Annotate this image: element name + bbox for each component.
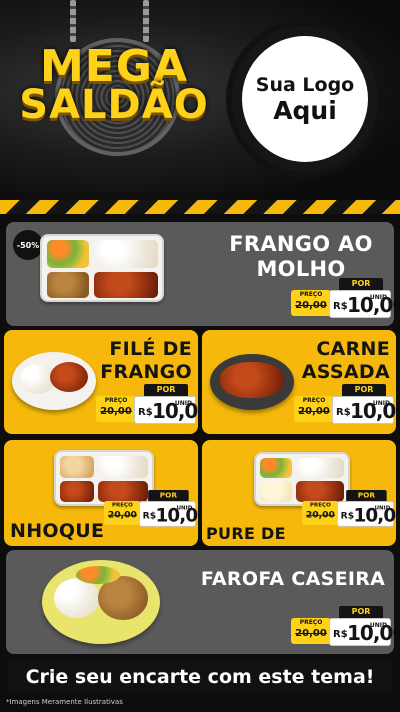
salad-compartment xyxy=(260,458,292,478)
preco-label: PREÇO xyxy=(111,501,133,509)
preco-label: PREÇO xyxy=(299,619,323,626)
disclaimer-text: *Imagens Meramente Ilustrativas xyxy=(6,698,123,706)
product-card-nhoque: NHOQUE POR PREÇO 20,00 R$ 10,00 UNID xyxy=(4,440,198,546)
mashed-potato-compartment xyxy=(260,481,292,502)
old-price-value: 20,00 xyxy=(305,510,335,521)
new-price: R$ 10,00 UNID xyxy=(138,501,198,527)
unit-label: UNID xyxy=(372,400,390,407)
currency-label: R$ xyxy=(340,511,355,522)
vegetables-portion xyxy=(76,566,120,584)
product-name-line1: FRANGO AO xyxy=(229,232,373,256)
preco-label: PREÇO xyxy=(302,397,326,404)
product-name-line2: FRANGO xyxy=(100,361,192,383)
salad-compartment xyxy=(47,240,89,268)
logo-badge: Sua Logo Aqui xyxy=(242,36,368,162)
por-label: POR xyxy=(144,384,188,396)
new-price: R$ 10,00 UNID xyxy=(332,396,396,424)
chicken-portion xyxy=(50,362,88,392)
product-card-farofa-caseira: FAROFA CASEIRA POR PREÇO 20,00 R$ 10,00 … xyxy=(6,550,394,654)
logo-text-line2: Aqui xyxy=(273,95,337,125)
por-label: POR xyxy=(339,606,383,618)
hazard-stripe xyxy=(0,200,400,214)
cta-banner[interactable]: Crie seu encarte com este tema! xyxy=(8,660,392,694)
old-price: PREÇO 20,00 xyxy=(96,396,136,422)
new-price: R$ 10,00 UNID xyxy=(329,290,394,318)
rice-compartment xyxy=(296,458,344,478)
promo-title-line1: MEGA xyxy=(39,41,188,92)
logo-text-line1: Sua Logo xyxy=(255,73,355,96)
unit-label: UNID xyxy=(174,400,192,407)
old-price: PREÇO 20,00 xyxy=(302,501,339,525)
currency-label: R$ xyxy=(333,629,348,640)
product-name-line1: CARNE xyxy=(316,338,390,360)
por-label: POR xyxy=(148,490,189,502)
product-card-carne-assada: CARNE ASSADA POR PREÇO 20,00 R$ 10,00 UN… xyxy=(202,330,396,434)
food-bowl-image xyxy=(210,354,294,410)
price-tag: POR PREÇO 20,00 R$ 10,00 UNID xyxy=(302,490,396,529)
rice-compartment xyxy=(98,456,148,478)
product-name-line2: ASSADA xyxy=(301,361,390,383)
por-label: POR xyxy=(339,278,383,290)
currency-label: R$ xyxy=(333,301,348,312)
header: MEGA SALDÃO Sua Logo Aqui xyxy=(0,0,400,200)
currency-label: R$ xyxy=(142,511,157,522)
new-price: R$ 10,00 UNID xyxy=(336,501,396,527)
product-card-file-de-frango: FILÉ DE FRANGO POR PREÇO 20,00 R$ 10,00 … xyxy=(4,330,198,434)
logo-placeholder: Sua Logo Aqui xyxy=(226,20,384,178)
promo-title-line2: SALDÃO xyxy=(19,82,209,128)
new-price: R$ 10,00 UNID xyxy=(134,396,198,424)
beans-compartment xyxy=(47,272,89,298)
price-tag: POR PREÇO 20,00 R$ 10,00 UNID xyxy=(294,384,396,426)
unit-label: UNID xyxy=(369,294,387,301)
old-price: PREÇO 20,00 xyxy=(291,618,331,644)
old-price: PREÇO 20,00 xyxy=(291,290,331,316)
por-label: POR xyxy=(342,384,386,396)
unit-label: UNID xyxy=(176,504,193,512)
price-tag: POR PREÇO 20,00 R$ 10,00 UNID xyxy=(96,384,198,426)
discount-badge: -50% xyxy=(13,230,43,260)
flyer: MEGA SALDÃO Sua Logo Aqui -50% FRANGO AO… xyxy=(0,0,400,712)
food-bowl-image xyxy=(42,560,160,644)
currency-label: R$ xyxy=(138,407,153,418)
rice-compartment xyxy=(94,240,158,268)
old-price-value: 20,00 xyxy=(298,406,330,417)
por-label: POR xyxy=(346,490,387,502)
currency-label: R$ xyxy=(336,407,351,418)
chicken-compartment xyxy=(94,272,158,298)
chain-right-decoration xyxy=(143,0,149,42)
rice-portion xyxy=(54,578,100,618)
preco-label: PREÇO xyxy=(299,291,323,298)
product-name: FRANGO AO MOLHO xyxy=(216,232,386,282)
price-tag: POR PREÇO 20,00 R$ 10,00 UNID xyxy=(104,490,198,529)
old-price-value: 20,00 xyxy=(100,406,132,417)
old-price: PREÇO 20,00 xyxy=(104,501,141,525)
price-tag: POR PREÇO 20,00 R$ 10,00 UNID xyxy=(291,278,394,320)
preco-label: PREÇO xyxy=(104,397,128,404)
product-card-pure-de-batata: PURE DE BATATA POR PREÇO 20,00 R$ 10,00 … xyxy=(202,440,396,546)
price-tag: POR PREÇO 20,00 R$ 10,00 UNID xyxy=(291,606,394,648)
product-name-line1: FILÉ DE xyxy=(109,338,192,360)
product-name: FAROFA CASEIRA xyxy=(200,568,386,590)
old-price-value: 20,00 xyxy=(107,510,137,521)
gnocchi-compartment xyxy=(60,481,94,502)
product-card-frango-ao-molho: -50% FRANGO AO MOLHO POR PREÇO 20,00 R$ … xyxy=(6,222,394,326)
product-name: FILÉ DE FRANGO xyxy=(100,338,192,384)
product-name: CARNE ASSADA xyxy=(298,338,390,384)
food-bowl-image xyxy=(12,352,96,410)
old-price: PREÇO 20,00 xyxy=(294,396,334,422)
chain-left-decoration xyxy=(70,0,76,42)
preco-label: PREÇO xyxy=(309,501,331,509)
side-compartment xyxy=(60,456,94,478)
promo-title: MEGA SALDÃO xyxy=(8,41,220,128)
unit-label: UNID xyxy=(374,504,391,512)
old-price-value: 20,00 xyxy=(295,628,327,639)
food-tray-image xyxy=(40,234,164,302)
unit-label: UNID xyxy=(369,622,387,629)
old-price-value: 20,00 xyxy=(295,300,327,311)
roast-beef-portion xyxy=(220,362,284,398)
new-price: R$ 10,00 UNID xyxy=(329,618,394,646)
